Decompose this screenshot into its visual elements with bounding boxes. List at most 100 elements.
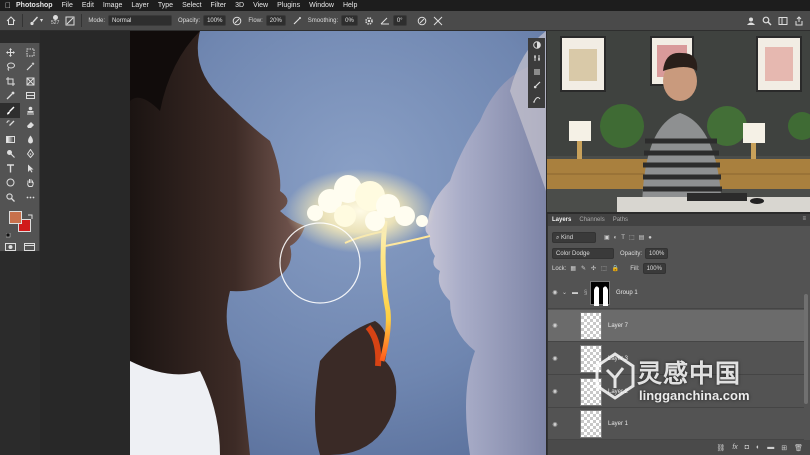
menu-window[interactable]: Window — [309, 2, 334, 9]
brush-preset-picker[interactable]: 527 — [51, 15, 59, 26]
paths-panel-icon[interactable] — [528, 92, 545, 106]
menu-file[interactable]: File — [62, 2, 73, 9]
fx-icon[interactable]: fx — [732, 444, 737, 451]
lasso-tool-icon[interactable] — [0, 60, 20, 75]
gear-icon[interactable] — [364, 16, 374, 26]
home-icon[interactable] — [6, 16, 16, 25]
stamp-tool-icon[interactable] — [20, 103, 40, 118]
brush-tool-icon[interactable] — [0, 103, 20, 118]
mode-select[interactable]: Normal — [108, 15, 173, 26]
menu-plugins[interactable]: Plugins — [277, 2, 300, 9]
trash-icon[interactable]: 🗑 — [794, 444, 803, 452]
menu-edit[interactable]: Edit — [82, 2, 94, 9]
blend-mode-select[interactable]: Color Dodge — [552, 248, 614, 259]
eyedropper-tool-icon[interactable] — [0, 89, 20, 104]
menu-type[interactable]: Type — [158, 2, 173, 9]
visibility-eye-icon[interactable]: ◉ — [548, 289, 562, 296]
new-layer-icon[interactable]: ⊞ — [781, 444, 787, 452]
pressure-opacity-icon[interactable] — [232, 16, 242, 26]
marquee-tool-icon[interactable] — [20, 45, 40, 60]
layer-row-layer-7[interactable]: ◉ Layer 7 — [548, 310, 804, 342]
screen-mode-icon[interactable] — [24, 238, 35, 256]
menu-image[interactable]: Image — [103, 2, 122, 9]
type-tool-icon[interactable] — [0, 161, 20, 176]
panel-menu-icon[interactable]: ≡ — [802, 216, 806, 222]
crop-tool-icon[interactable] — [0, 74, 20, 89]
link-layers-icon[interactable]: ⛓ — [716, 444, 725, 452]
foreground-color-swatch[interactable] — [9, 211, 22, 224]
apple-icon[interactable]:  — [0, 1, 16, 10]
tab-channels[interactable]: Channels — [579, 217, 604, 223]
angle-icon[interactable] — [380, 16, 390, 26]
tab-paths[interactable]: Paths — [613, 217, 628, 223]
fill-value: 100% — [646, 266, 662, 272]
properties-icon[interactable] — [528, 65, 545, 79]
new-group-icon[interactable]: ▬ — [767, 444, 774, 451]
layer-thumbnail[interactable] — [580, 410, 602, 438]
layer-row-group-1[interactable]: ◉ ⌄ ▬ § Group 1 — [548, 277, 804, 309]
ellipse-tool-icon[interactable] — [0, 176, 20, 191]
more-tools-icon[interactable] — [20, 190, 40, 205]
menu-3d[interactable]: 3D — [235, 2, 244, 9]
angle-field[interactable]: 0° — [392, 15, 407, 26]
pen-tool-icon[interactable] — [20, 147, 40, 162]
menu-app[interactable]: Photoshop — [16, 2, 53, 9]
kind-filter-select[interactable]: ⌕ Kind — [552, 232, 596, 243]
pressure-size-icon[interactable] — [417, 16, 427, 26]
menu-view[interactable]: View — [253, 2, 268, 9]
watermark-cn: 灵感中国 — [637, 359, 742, 388]
workspace-icon[interactable] — [778, 16, 788, 26]
chevron-down-icon[interactable]: ⌄ — [562, 289, 572, 296]
menu-select[interactable]: Select — [182, 2, 201, 9]
dodge-tool-icon[interactable] — [0, 147, 20, 162]
smoothing-field[interactable]: 0% — [341, 15, 358, 26]
adjustment-layer-icon[interactable]: ◐ — [756, 444, 760, 451]
visibility-eye-icon[interactable]: ◉ — [548, 355, 562, 362]
move-tool-icon[interactable] — [0, 45, 20, 60]
opacity-field[interactable]: 100% — [203, 15, 227, 26]
group-mask-thumbnail[interactable] — [590, 280, 610, 306]
hand-tool-icon[interactable] — [20, 176, 40, 191]
mode-label: Mode: — [88, 17, 106, 24]
brush-settings-icon[interactable] — [65, 16, 75, 26]
symmetry-icon[interactable] — [433, 16, 443, 26]
menu-filter[interactable]: Filter — [211, 2, 227, 9]
flow-value: 20% — [269, 18, 282, 24]
frame-rect-tool-icon[interactable] — [20, 89, 40, 104]
brush-icon[interactable]: ▾ — [29, 16, 43, 26]
layer-thumbnail[interactable] — [580, 311, 602, 340]
user-icon[interactable] — [746, 16, 756, 26]
tab-layers[interactable]: Layers — [552, 217, 571, 223]
search-icon[interactable] — [762, 16, 772, 26]
eraser-tool-icon[interactable] — [20, 118, 40, 133]
swap-colors-icon[interactable] — [27, 207, 34, 225]
visibility-eye-icon[interactable]: ◉ — [548, 322, 562, 329]
visibility-eye-icon[interactable]: ◉ — [548, 388, 562, 395]
brush-settings-panel-icon[interactable] — [528, 52, 545, 66]
layer-row-layer-1[interactable]: ◉ Layer 1 — [548, 409, 804, 440]
visibility-eye-icon[interactable]: ◉ — [548, 421, 562, 428]
adjustments-icon[interactable] — [528, 38, 545, 52]
share-icon[interactable] — [794, 15, 804, 26]
layer-opacity-field[interactable]: 100% — [645, 248, 669, 259]
filter-type-icons[interactable]: ▣◐T⬚▤● — [604, 234, 656, 241]
gradient-tool-icon[interactable] — [0, 132, 20, 147]
frame-tool-icon[interactable] — [20, 74, 40, 89]
airbrush-icon[interactable] — [292, 16, 302, 26]
layer-opacity-value: 100% — [649, 251, 665, 257]
brushes-icon[interactable] — [528, 79, 545, 93]
quick-mask-icon[interactable] — [5, 238, 16, 256]
blur-tool-icon[interactable] — [20, 132, 40, 147]
menu-help[interactable]: Help — [343, 2, 357, 9]
magic-wand-tool-icon[interactable] — [20, 60, 40, 75]
document-canvas[interactable] — [130, 31, 546, 455]
path-select-tool-icon[interactable] — [20, 161, 40, 176]
history-brush-tool-icon[interactable] — [0, 118, 20, 133]
flow-field[interactable]: 20% — [265, 15, 286, 26]
menu-layer[interactable]: Layer — [131, 2, 149, 9]
layers-scrollbar[interactable] — [804, 294, 808, 404]
zoom-tool-icon[interactable] — [0, 190, 20, 205]
lock-icons[interactable]: ▦✎✣⬚🔒 — [570, 265, 624, 272]
add-mask-icon[interactable]: ◘ — [745, 444, 749, 451]
fill-field[interactable]: 100% — [642, 263, 666, 274]
